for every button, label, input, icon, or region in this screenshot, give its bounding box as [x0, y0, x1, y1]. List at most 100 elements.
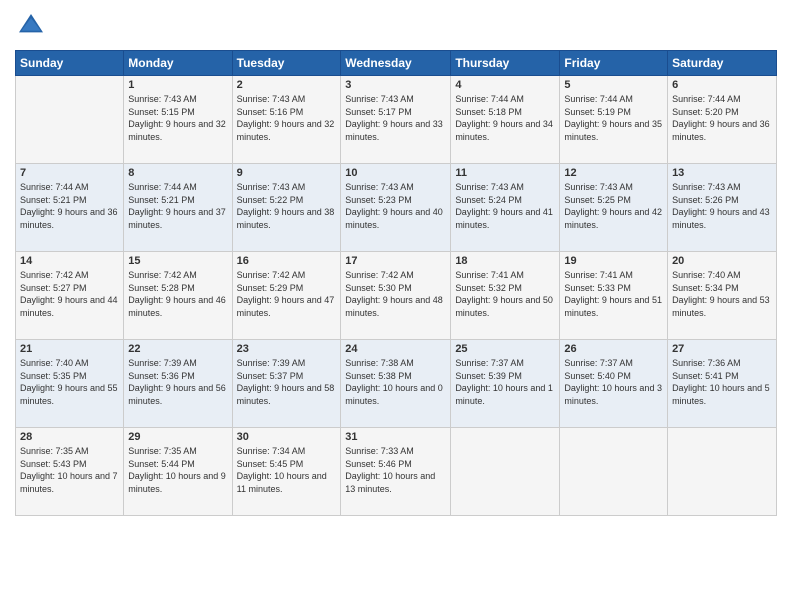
day-number: 3 [345, 79, 446, 91]
calendar-cell [451, 428, 560, 516]
day-info: Sunrise: 7:43 AMSunset: 5:26 PMDaylight:… [672, 181, 772, 231]
header-cell-saturday: Saturday [668, 51, 777, 76]
day-info: Sunrise: 7:42 AMSunset: 5:30 PMDaylight:… [345, 269, 446, 319]
header-cell-friday: Friday [560, 51, 668, 76]
day-number: 26 [564, 343, 663, 355]
logo-icon [15, 10, 47, 42]
day-info: Sunrise: 7:41 AMSunset: 5:32 PMDaylight:… [455, 269, 555, 319]
day-number: 15 [128, 255, 227, 267]
calendar-cell: 12Sunrise: 7:43 AMSunset: 5:25 PMDayligh… [560, 164, 668, 252]
day-number: 1 [128, 79, 227, 91]
day-number: 5 [564, 79, 663, 91]
header-cell-tuesday: Tuesday [232, 51, 341, 76]
day-number: 8 [128, 167, 227, 179]
week-row-1: 1Sunrise: 7:43 AMSunset: 5:15 PMDaylight… [16, 76, 777, 164]
day-info: Sunrise: 7:41 AMSunset: 5:33 PMDaylight:… [564, 269, 663, 319]
day-info: Sunrise: 7:34 AMSunset: 5:45 PMDaylight:… [237, 445, 337, 495]
header-cell-thursday: Thursday [451, 51, 560, 76]
day-number: 18 [455, 255, 555, 267]
calendar-cell: 10Sunrise: 7:43 AMSunset: 5:23 PMDayligh… [341, 164, 451, 252]
calendar-cell: 2 Sunrise: 7:43 AMSunset: 5:16 PMDaylight… [232, 76, 341, 164]
day-number: 23 [237, 343, 337, 355]
day-info: Sunrise: 7:39 AMSunset: 5:36 PMDaylight:… [128, 357, 227, 407]
day-number: 12 [564, 167, 663, 179]
day-number: 4 [455, 79, 555, 91]
day-number: 13 [672, 167, 772, 179]
day-info: Sunrise: 7:35 AMSunset: 5:43 PMDaylight:… [20, 445, 119, 495]
calendar-cell: 4 Sunrise: 7:44 AMSunset: 5:18 PMDaylight… [451, 76, 560, 164]
header-cell-monday: Monday [124, 51, 232, 76]
day-number: 24 [345, 343, 446, 355]
calendar-cell: 3Sunrise: 7:43 AMSunset: 5:17 PMDaylight… [341, 76, 451, 164]
day-info: Sunrise: 7:43 AMSunset: 5:24 PMDaylight:… [455, 181, 555, 231]
calendar-cell: 15 Sunrise: 7:42 AMSunset: 5:28 PMDayligh… [124, 252, 232, 340]
day-number: 28 [20, 431, 119, 443]
calendar-cell: 30 Sunrise: 7:34 AMSunset: 5:45 PMDayligh… [232, 428, 341, 516]
day-info: Sunrise: 7:43 AMSunset: 5:22 PMDaylight:… [237, 181, 337, 231]
day-number: 20 [672, 255, 772, 267]
calendar-cell [560, 428, 668, 516]
day-info: Sunrise: 7:37 AMSunset: 5:39 PMDaylight:… [455, 357, 555, 407]
calendar-table: SundayMondayTuesdayWednesdayThursdayFrid… [15, 50, 777, 516]
calendar-cell: 18 Sunrise: 7:41 AMSunset: 5:32 PMDayligh… [451, 252, 560, 340]
day-number: 7 [20, 167, 119, 179]
week-row-2: 7 Sunrise: 7:44 AMSunset: 5:21 PMDaylight… [16, 164, 777, 252]
calendar-cell: 23 Sunrise: 7:39 AMSunset: 5:37 PMDayligh… [232, 340, 341, 428]
day-info: Sunrise: 7:33 AMSunset: 5:46 PMDaylight:… [345, 445, 446, 495]
day-number: 22 [128, 343, 227, 355]
day-info: Sunrise: 7:40 AMSunset: 5:34 PMDaylight:… [672, 269, 772, 319]
day-info: Sunrise: 7:42 AMSunset: 5:27 PMDaylight:… [20, 269, 119, 319]
calendar-cell [16, 76, 124, 164]
week-row-5: 28 Sunrise: 7:35 AMSunset: 5:43 PMDayligh… [16, 428, 777, 516]
day-number: 30 [237, 431, 337, 443]
day-number: 17 [345, 255, 446, 267]
header-row: SundayMondayTuesdayWednesdayThursdayFrid… [16, 51, 777, 76]
calendar-cell: 27Sunrise: 7:36 AMSunset: 5:41 PMDayligh… [668, 340, 777, 428]
page: SundayMondayTuesdayWednesdayThursdayFrid… [0, 0, 792, 612]
calendar-cell: 11 Sunrise: 7:43 AMSunset: 5:24 PMDayligh… [451, 164, 560, 252]
day-number: 14 [20, 255, 119, 267]
calendar-cell: 16 Sunrise: 7:42 AMSunset: 5:29 PMDayligh… [232, 252, 341, 340]
calendar-cell [668, 428, 777, 516]
calendar-cell: 9 Sunrise: 7:43 AMSunset: 5:22 PMDaylight… [232, 164, 341, 252]
day-number: 9 [237, 167, 337, 179]
calendar-cell: 31 Sunrise: 7:33 AMSunset: 5:46 PMDayligh… [341, 428, 451, 516]
header-cell-wednesday: Wednesday [341, 51, 451, 76]
calendar-cell: 21 Sunrise: 7:40 AMSunset: 5:35 PMDayligh… [16, 340, 124, 428]
calendar-cell: 6Sunrise: 7:44 AMSunset: 5:20 PMDaylight… [668, 76, 777, 164]
calendar-cell: 29 Sunrise: 7:35 AMSunset: 5:44 PMDayligh… [124, 428, 232, 516]
day-info: Sunrise: 7:35 AMSunset: 5:44 PMDaylight:… [128, 445, 227, 495]
day-number: 31 [345, 431, 446, 443]
calendar-cell: 22 Sunrise: 7:39 AMSunset: 5:36 PMDayligh… [124, 340, 232, 428]
calendar-cell: 20 Sunrise: 7:40 AMSunset: 5:34 PMDayligh… [668, 252, 777, 340]
calendar-cell: 19 Sunrise: 7:41 AMSunset: 5:33 PMDayligh… [560, 252, 668, 340]
day-number: 11 [455, 167, 555, 179]
day-number: 19 [564, 255, 663, 267]
header-cell-sunday: Sunday [16, 51, 124, 76]
day-number: 2 [237, 79, 337, 91]
day-info: Sunrise: 7:44 AMSunset: 5:21 PMDaylight:… [128, 181, 227, 231]
day-info: Sunrise: 7:39 AMSunset: 5:37 PMDaylight:… [237, 357, 337, 407]
day-number: 29 [128, 431, 227, 443]
day-info: Sunrise: 7:42 AMSunset: 5:29 PMDaylight:… [237, 269, 337, 319]
header [15, 10, 777, 42]
week-row-3: 14 Sunrise: 7:42 AMSunset: 5:27 PMDayligh… [16, 252, 777, 340]
calendar-cell: 26Sunrise: 7:37 AMSunset: 5:40 PMDayligh… [560, 340, 668, 428]
calendar-cell: 13 Sunrise: 7:43 AMSunset: 5:26 PMDayligh… [668, 164, 777, 252]
day-number: 16 [237, 255, 337, 267]
day-info: Sunrise: 7:44 AMSunset: 5:18 PMDaylight:… [455, 93, 555, 143]
week-row-4: 21 Sunrise: 7:40 AMSunset: 5:35 PMDayligh… [16, 340, 777, 428]
calendar-cell: 28 Sunrise: 7:35 AMSunset: 5:43 PMDayligh… [16, 428, 124, 516]
calendar-cell: 14 Sunrise: 7:42 AMSunset: 5:27 PMDayligh… [16, 252, 124, 340]
day-info: Sunrise: 7:44 AMSunset: 5:20 PMDaylight:… [672, 93, 772, 143]
calendar-cell: 7Sunrise: 7:44 AMSunset: 5:21 PMDaylight… [16, 164, 124, 252]
day-number: 21 [20, 343, 119, 355]
day-info: Sunrise: 7:36 AMSunset: 5:41 PMDaylight:… [672, 357, 772, 407]
day-info: Sunrise: 7:42 AMSunset: 5:28 PMDaylight:… [128, 269, 227, 319]
calendar-cell: 24Sunrise: 7:38 AMSunset: 5:38 PMDayligh… [341, 340, 451, 428]
day-number: 10 [345, 167, 446, 179]
day-info: Sunrise: 7:44 AMSunset: 5:19 PMDaylight:… [564, 93, 663, 143]
day-info: Sunrise: 7:40 AMSunset: 5:35 PMDaylight:… [20, 357, 119, 407]
day-info: Sunrise: 7:43 AMSunset: 5:16 PMDaylight:… [237, 93, 337, 143]
calendar-cell: 8 Sunrise: 7:44 AMSunset: 5:21 PMDaylight… [124, 164, 232, 252]
